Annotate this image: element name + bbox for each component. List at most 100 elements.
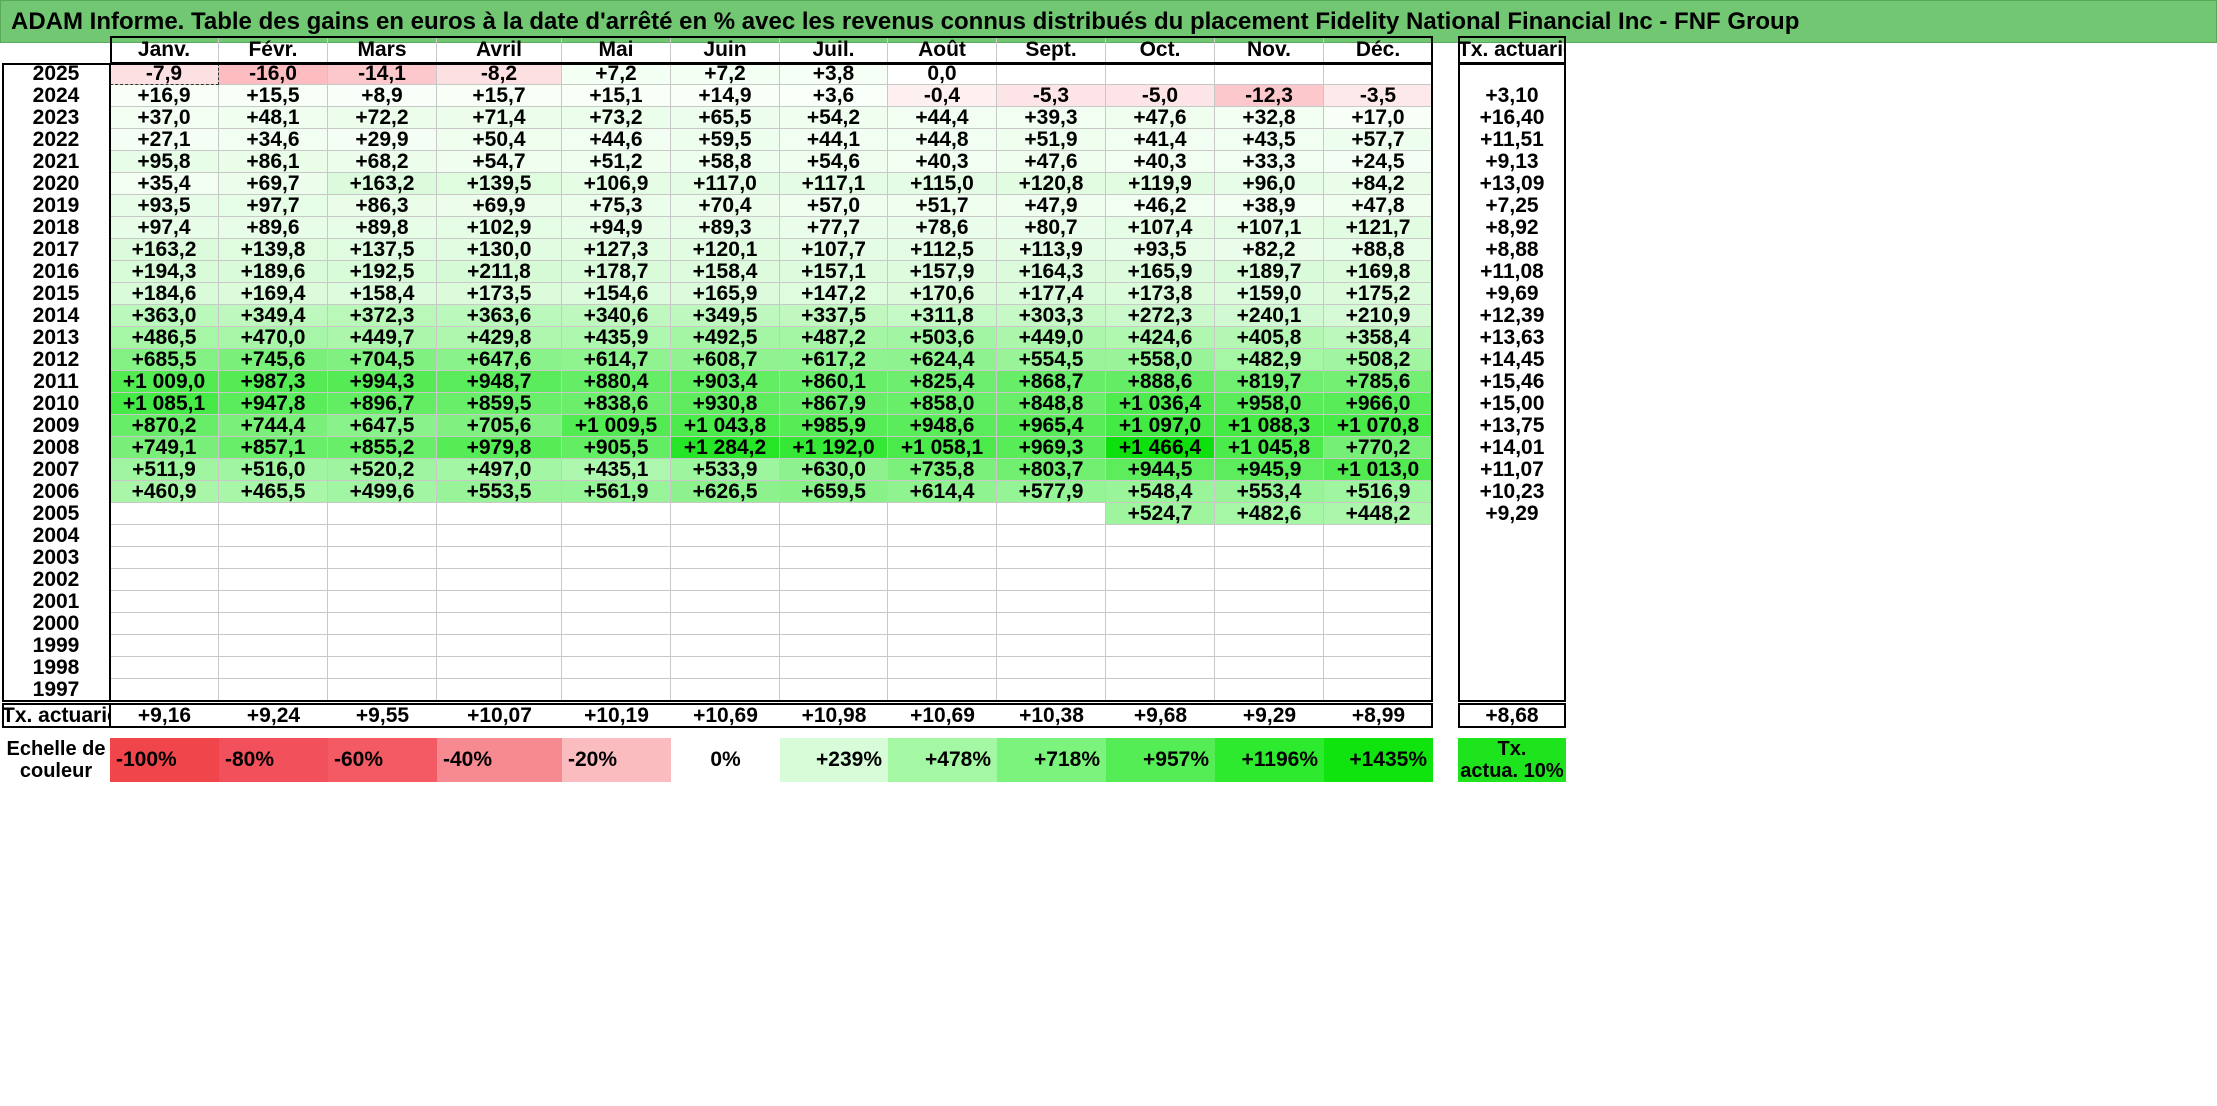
table-cell: +880,4 xyxy=(562,371,671,393)
table-cell xyxy=(110,657,219,679)
table-cell xyxy=(110,547,219,569)
table-cell xyxy=(1215,635,1324,657)
table-cell: +608,7 xyxy=(671,349,780,371)
year-label: 2021 xyxy=(32,151,80,173)
table-cell: +119,9 xyxy=(1106,173,1215,195)
table-cell xyxy=(671,503,780,525)
table-cell xyxy=(437,679,562,701)
table-cell: +154,6 xyxy=(562,283,671,305)
table-cell: +460,9 xyxy=(110,481,219,503)
table-cell: 0,0 xyxy=(888,63,997,85)
table-cell xyxy=(888,679,997,701)
table-cell: +405,8 xyxy=(1215,327,1324,349)
table-cell: +1 070,8 xyxy=(1324,415,1433,437)
rate-cell: +9,29 xyxy=(1485,503,1539,525)
table-cell xyxy=(997,613,1106,635)
table-cell: +617,2 xyxy=(780,349,888,371)
rate-cell xyxy=(1458,635,1566,657)
table-cell: +561,9 xyxy=(562,481,671,503)
table-cell: +1 284,2 xyxy=(671,437,780,459)
table-cell xyxy=(219,569,328,591)
table-cell xyxy=(1215,657,1324,679)
table-cell xyxy=(328,679,437,701)
table-cell: +163,2 xyxy=(110,239,219,261)
table-cell xyxy=(1106,525,1215,547)
footer-value: +9,16 xyxy=(137,704,192,727)
table-cell: +24,5 xyxy=(1324,151,1433,173)
table-cell: +44,1 xyxy=(780,129,888,151)
table-cell: +516,0 xyxy=(219,459,328,481)
table-cell xyxy=(997,591,1106,613)
table-cell: +32,8 xyxy=(1215,107,1324,129)
table-cell: +34,6 xyxy=(219,129,328,151)
table-cell: +3,8 xyxy=(780,63,888,85)
table-cell xyxy=(888,569,997,591)
table-cell: +93,5 xyxy=(1106,239,1215,261)
table-cell: +54,2 xyxy=(780,107,888,129)
table-cell xyxy=(562,591,671,613)
table-cell: +54,7 xyxy=(437,151,562,173)
table-cell xyxy=(671,569,780,591)
year-label: 2000 xyxy=(32,613,80,635)
table-cell: +1 088,3 xyxy=(1215,415,1324,437)
table-cell: +435,9 xyxy=(562,327,671,349)
table-cell xyxy=(328,569,437,591)
table-cell: +117,0 xyxy=(671,173,780,195)
table-cell xyxy=(110,503,219,525)
month-header: Août xyxy=(888,36,997,63)
table-cell xyxy=(997,657,1106,679)
table-cell: +84,2 xyxy=(1324,173,1433,195)
table-cell: +947,8 xyxy=(219,393,328,415)
table-cell xyxy=(328,503,437,525)
year-label: 2013 xyxy=(32,327,80,349)
table-cell: +169,8 xyxy=(1324,261,1433,283)
table-cell: +47,6 xyxy=(997,151,1106,173)
table-cell: +930,8 xyxy=(671,393,780,415)
table-cell: +47,6 xyxy=(1106,107,1215,129)
table-cell: +43,5 xyxy=(1215,129,1324,151)
table-cell xyxy=(888,503,997,525)
table-cell xyxy=(110,635,219,657)
table-cell xyxy=(1106,547,1215,569)
table-cell: +59,5 xyxy=(671,129,780,151)
table-cell: -5,3 xyxy=(997,85,1106,107)
table-cell xyxy=(671,547,780,569)
table-cell xyxy=(1106,63,1215,85)
table-cell: +165,9 xyxy=(671,283,780,305)
table-cell: +164,3 xyxy=(997,261,1106,283)
table-cell: +115,0 xyxy=(888,173,997,195)
table-cell: +487,2 xyxy=(780,327,888,349)
table-cell: +94,9 xyxy=(562,217,671,239)
year-label: 1998 xyxy=(32,657,80,679)
footer-value: +10,69 xyxy=(910,704,975,727)
table-cell xyxy=(671,613,780,635)
table-cell xyxy=(110,613,219,635)
table-cell: +424,6 xyxy=(1106,327,1215,349)
table-cell: +210,9 xyxy=(1324,305,1433,327)
table-cell: +647,5 xyxy=(328,415,437,437)
rate-cell xyxy=(1458,569,1566,591)
table-cell: +770,2 xyxy=(1324,437,1433,459)
footer-value: +9,55 xyxy=(355,704,410,727)
table-cell xyxy=(888,525,997,547)
table-cell xyxy=(671,525,780,547)
table-cell: +958,0 xyxy=(1215,393,1324,415)
month-header: Mai xyxy=(562,36,671,63)
table-cell xyxy=(562,525,671,547)
rate-cell xyxy=(1458,679,1566,701)
table-cell: +89,8 xyxy=(328,217,437,239)
table-cell xyxy=(1106,591,1215,613)
table-cell xyxy=(328,613,437,635)
table-cell xyxy=(1324,657,1433,679)
table-cell: +349,4 xyxy=(219,305,328,327)
table-cell xyxy=(888,635,997,657)
month-header: Juin xyxy=(671,36,780,63)
table-cell xyxy=(110,591,219,613)
scale-swatch: +1196% xyxy=(1215,738,1324,782)
table-cell xyxy=(437,525,562,547)
rate-cell: +14,45 xyxy=(1479,349,1545,371)
table-cell: +966,0 xyxy=(1324,393,1433,415)
table-cell: +14,9 xyxy=(671,85,780,107)
table-cell xyxy=(1324,635,1433,657)
table-cell: +1 036,4 xyxy=(1106,393,1215,415)
